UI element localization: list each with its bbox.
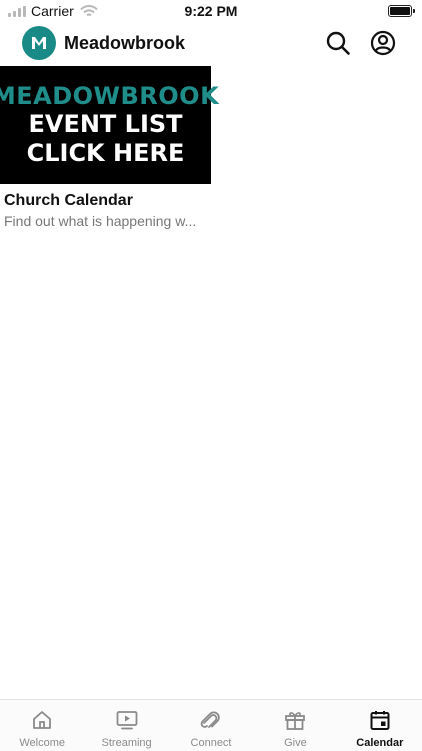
tab-streaming[interactable]: Streaming: [84, 700, 168, 751]
home-icon: [33, 711, 52, 729]
banner-line-brand: MEADOWBROOK: [0, 82, 220, 110]
app-header: Meadowbrook: [0, 24, 422, 64]
battery-icon: [388, 5, 415, 17]
tab-connect[interactable]: Connect: [169, 700, 253, 751]
event-list-banner[interactable]: MEADOWBROOK EVENT LIST CLICK HERE: [0, 66, 219, 184]
banner-line-click-here: CLICK HERE: [26, 139, 185, 167]
card-title[interactable]: Church Calendar: [4, 192, 133, 210]
app-title: Meadowbrook: [64, 33, 186, 53]
logo-m-icon: [32, 37, 46, 49]
tab-bar: Welcome Streaming Connect Give Calendar: [0, 699, 422, 751]
calendar-icon: [370, 711, 390, 730]
gift-icon: [285, 712, 306, 730]
tv-play-icon: [116, 711, 138, 730]
church-logo: [22, 26, 56, 60]
search-icon[interactable]: [325, 30, 351, 56]
tab-label: Streaming: [101, 737, 152, 749]
profile-icon[interactable]: [370, 30, 396, 56]
tab-label: Give: [284, 737, 307, 749]
tab-label: Connect: [190, 737, 232, 749]
card-subtitle: Find out what is happening w...: [4, 213, 197, 229]
connect-icon: [200, 711, 220, 728]
tab-label: Calendar: [356, 737, 404, 749]
tab-label: Welcome: [19, 737, 66, 749]
tab-give[interactable]: Give: [253, 700, 337, 751]
tab-calendar[interactable]: Calendar: [338, 700, 422, 751]
tab-welcome[interactable]: Welcome: [0, 700, 84, 751]
banner-line-event-list: EVENT LIST: [28, 110, 183, 138]
status-bar: Carrier 9:22 PM: [0, 0, 422, 22]
clock: 9:22 PM: [184, 3, 238, 19]
